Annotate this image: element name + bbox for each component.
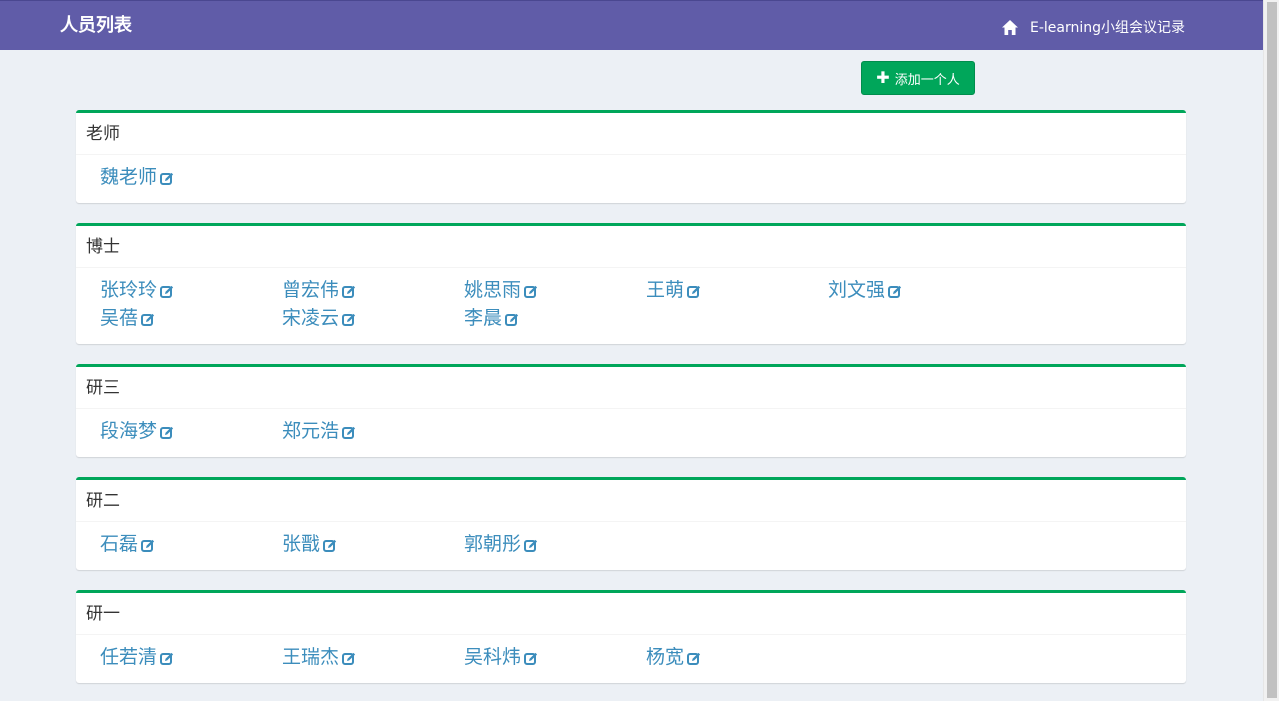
person-name[interactable]: 李晨: [464, 304, 502, 332]
edit-icon[interactable]: [160, 285, 174, 299]
person-name[interactable]: 郑元浩: [282, 417, 339, 445]
person-item[interactable]: 魏老师: [86, 163, 268, 191]
person-name[interactable]: 吴蓓: [100, 304, 138, 332]
edit-icon[interactable]: [342, 285, 356, 299]
edit-icon[interactable]: [888, 285, 902, 299]
scrollbar-thumb[interactable]: [1267, 2, 1277, 698]
group-members: 魏老师: [76, 155, 1186, 191]
person-name[interactable]: 杨宽: [646, 643, 684, 671]
person-name[interactable]: 王瑞杰: [282, 643, 339, 671]
person-name[interactable]: 吴科炜: [464, 643, 521, 671]
group-title: 研三: [76, 367, 1186, 409]
person-item[interactable]: 李晨: [450, 304, 632, 332]
group-box-teacher: 老师 魏老师: [76, 110, 1186, 203]
page-title: 人员列表: [60, 15, 132, 36]
group-members: 任若清 王瑞杰 吴科炜 杨宽: [76, 635, 1186, 671]
person-name[interactable]: 郭朝彤: [464, 530, 521, 558]
person-name[interactable]: 刘文强: [828, 276, 885, 304]
edit-icon[interactable]: [342, 426, 356, 440]
person-item[interactable]: 姚思雨: [450, 276, 632, 304]
group-box-year2: 研二 石磊 张戬 郭朝彤: [76, 477, 1186, 570]
person-item[interactable]: 张玲玲: [86, 276, 268, 304]
person-item[interactable]: 郭朝彤: [450, 530, 632, 558]
edit-icon[interactable]: [505, 313, 519, 327]
person-name[interactable]: 张玲玲: [100, 276, 157, 304]
person-item[interactable]: 石磊: [86, 530, 268, 558]
home-link-label: E-learning小组会议记录: [1029, 20, 1185, 36]
person-name[interactable]: 王萌: [646, 276, 684, 304]
person-name[interactable]: 宋凌云: [282, 304, 339, 332]
person-item[interactable]: 王瑞杰: [268, 643, 450, 671]
plus-icon: ✚: [876, 68, 890, 87]
person-item[interactable]: 任若清: [86, 643, 268, 671]
edit-icon[interactable]: [687, 285, 701, 299]
group-members: 张玲玲 曾宏伟 姚思雨 王萌 刘文强 吴蓓 宋凌云 李晨: [76, 268, 1186, 332]
person-name[interactable]: 张戬: [282, 530, 320, 558]
edit-icon[interactable]: [687, 652, 701, 666]
home-icon: [1001, 19, 1018, 35]
group-box-year1: 研一 任若清 王瑞杰 吴科炜 杨宽: [76, 590, 1186, 683]
person-item[interactable]: 吴科炜: [450, 643, 632, 671]
edit-icon[interactable]: [342, 652, 356, 666]
edit-icon[interactable]: [141, 313, 155, 327]
group-title: 老师: [76, 113, 1186, 155]
edit-icon[interactable]: [323, 539, 337, 553]
person-item[interactable]: 杨宽: [632, 643, 814, 671]
person-item[interactable]: 段海梦: [86, 417, 268, 445]
page: 人员列表 E-learning小组会议记录 ✚ 添加一个人 老师 魏老师 博士 …: [0, 0, 1263, 701]
vertical-scrollbar[interactable]: [1263, 0, 1279, 701]
add-person-label: 添加一个人: [894, 72, 960, 88]
edit-icon[interactable]: [524, 539, 538, 553]
top-navbar: 人员列表 E-learning小组会议记录: [0, 0, 1263, 50]
edit-icon[interactable]: [160, 172, 174, 186]
group-title: 研一: [76, 593, 1186, 635]
group-title: 研二: [76, 480, 1186, 522]
edit-icon[interactable]: [160, 652, 174, 666]
edit-icon[interactable]: [141, 539, 155, 553]
group-box-phd: 博士 张玲玲 曾宏伟 姚思雨 王萌 刘文强 吴蓓 宋凌云 李晨: [76, 223, 1186, 344]
home-link[interactable]: E-learning小组会议记录: [1001, 17, 1185, 37]
person-name[interactable]: 段海梦: [100, 417, 157, 445]
edit-icon[interactable]: [524, 285, 538, 299]
person-name[interactable]: 姚思雨: [464, 276, 521, 304]
person-item[interactable]: 郑元浩: [268, 417, 450, 445]
person-name[interactable]: 魏老师: [100, 163, 157, 191]
group-members: 石磊 张戬 郭朝彤: [76, 522, 1186, 558]
person-name[interactable]: 任若清: [100, 643, 157, 671]
person-item[interactable]: 吴蓓: [86, 304, 268, 332]
person-item[interactable]: 宋凌云: [268, 304, 450, 332]
person-name[interactable]: 曾宏伟: [282, 276, 339, 304]
edit-icon[interactable]: [160, 426, 174, 440]
edit-icon[interactable]: [342, 313, 356, 327]
add-person-button[interactable]: ✚ 添加一个人: [861, 61, 975, 95]
person-item[interactable]: 王萌: [632, 276, 814, 304]
person-item[interactable]: 张戬: [268, 530, 450, 558]
group-members: 段海梦 郑元浩: [76, 409, 1186, 445]
person-name[interactable]: 石磊: [100, 530, 138, 558]
edit-icon[interactable]: [524, 652, 538, 666]
person-item[interactable]: 曾宏伟: [268, 276, 450, 304]
group-title: 博士: [76, 226, 1186, 268]
group-box-year3: 研三 段海梦 郑元浩: [76, 364, 1186, 457]
person-item[interactable]: 刘文强: [814, 276, 996, 304]
